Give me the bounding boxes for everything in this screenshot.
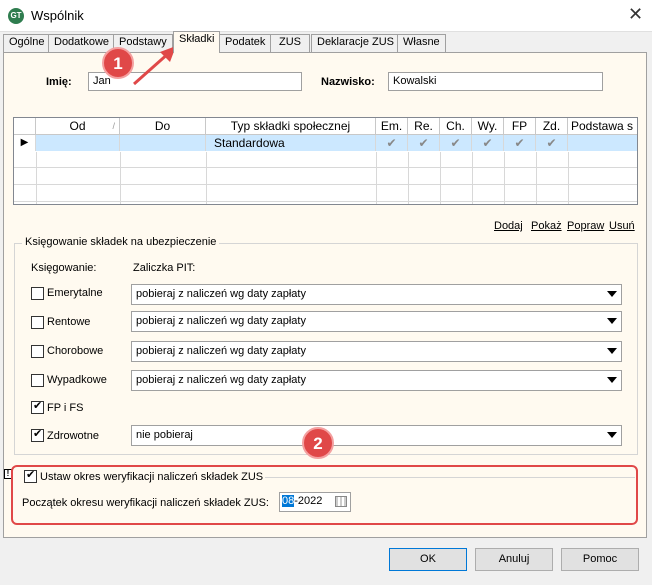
chevron-down-icon: [607, 318, 617, 324]
last-name-label: Nazwisko:: [321, 76, 375, 88]
grid-header-podstawa[interactable]: Podstawa s: [568, 118, 637, 135]
tab-deklaracje-zus[interactable]: Deklaracje ZUS: [311, 34, 401, 52]
cancel-button[interactable]: Anuluj: [475, 548, 553, 571]
rentowe-label: Rentowe: [47, 316, 91, 328]
wypadkowe-label: Wypadkowe: [47, 374, 107, 386]
chevron-down-icon: [607, 348, 617, 354]
close-icon[interactable]: ✕: [628, 4, 643, 25]
first-name-label: Imię:: [46, 76, 72, 88]
zdrowotne-checkbox[interactable]: [31, 427, 44, 442]
rentowe-pit-select[interactable]: pobieraj z naliczeń wg daty zapłaty: [131, 311, 622, 332]
rentowe-checkbox[interactable]: [31, 316, 44, 329]
rentowe-pit-value: pobieraj z naliczeń wg daty zapłaty: [136, 315, 306, 327]
section-divider: [265, 477, 635, 478]
grid-header-zd[interactable]: Zd.: [536, 118, 568, 135]
wypadkowe-checkbox[interactable]: [31, 374, 44, 387]
grid-header-od[interactable]: Od /: [36, 118, 120, 135]
date-year: -2022: [294, 495, 323, 507]
zdrowotne-label: Zdrowotne: [47, 430, 99, 442]
check-icon: ✔: [504, 135, 536, 151]
grid-header-fp[interactable]: FP: [504, 118, 536, 135]
edit-link[interactable]: Popraw: [567, 220, 604, 232]
help-button[interactable]: Pomoc: [561, 548, 639, 571]
verification-date-field[interactable]: 08-2022: [279, 492, 351, 512]
sort-indicator-icon: /: [112, 121, 115, 131]
chorobowe-pit-value: pobieraj z naliczeń wg daty zapłaty: [136, 345, 306, 357]
cell-do: [120, 135, 206, 151]
grid-header-od-label: Od: [69, 119, 86, 133]
row-marker-icon: ▶: [14, 135, 36, 151]
app-icon: GT: [8, 8, 24, 24]
emerytalne-checkbox[interactable]: [31, 287, 44, 300]
grid-lines: [36, 152, 569, 204]
last-name-field[interactable]: Kowalski: [388, 72, 603, 91]
check-icon: ✔: [440, 135, 472, 151]
chorobowe-label: Chorobowe: [47, 345, 104, 357]
tab-podatek[interactable]: Podatek: [219, 34, 272, 52]
fp-fs-label: FP i FS: [47, 402, 84, 414]
table-row[interactable]: ▶ Standardowa ✔ ✔ ✔ ✔ ✔ ✔: [14, 135, 637, 151]
grid-header-do[interactable]: Do: [120, 118, 206, 135]
cell-od: [36, 135, 120, 151]
emerytalne-pit-value: pobieraj z naliczeń wg daty zapłaty: [136, 288, 306, 300]
zdrowotne-pit-value: nie pobieraj: [136, 429, 193, 441]
verification-start-label: Początek okresu weryfikacji naliczeń skł…: [22, 497, 269, 509]
verification-checkbox[interactable]: [24, 468, 37, 483]
title-bar: GT Wspólnik ✕: [0, 0, 652, 32]
chevron-down-icon: [607, 291, 617, 297]
check-icon: ✔: [536, 135, 568, 151]
emerytalne-label: Emerytalne: [47, 287, 103, 299]
callout-badge-2: 2: [302, 427, 334, 459]
tab-ogolne[interactable]: Ogólne: [3, 34, 51, 52]
cell-podstawa: [568, 135, 637, 151]
delete-link[interactable]: Usuń: [609, 220, 635, 232]
grid-header-wy[interactable]: Wy.: [472, 118, 504, 135]
chorobowe-pit-select[interactable]: pobieraj z naliczeń wg daty zapłaty: [131, 341, 622, 362]
show-link[interactable]: Pokaż: [531, 220, 562, 232]
window-title: Wspólnik: [31, 8, 84, 23]
fp-fs-checkbox[interactable]: [31, 399, 44, 414]
grid-header-typ[interactable]: Typ składki społecznej: [206, 118, 376, 135]
add-link[interactable]: Dodaj: [494, 220, 523, 232]
grid-header-ch[interactable]: Ch.: [440, 118, 472, 135]
grid-header-marker: [14, 118, 36, 135]
grid-header-em[interactable]: Em.: [376, 118, 408, 135]
emerytalne-pit-select[interactable]: pobieraj z naliczeń wg daty zapłaty: [131, 284, 622, 305]
tab-zus[interactable]: ZUS: [270, 34, 310, 52]
tab-dodatkowe[interactable]: Dodatkowe: [48, 34, 116, 52]
accounting-col-label: Księgowanie:: [31, 262, 97, 274]
calendar-icon[interactable]: [335, 496, 347, 507]
chorobowe-checkbox[interactable]: [31, 345, 44, 358]
contribution-grid[interactable]: Od / Do Typ składki społecznej Em. Re. C…: [13, 117, 638, 205]
check-icon: ✔: [408, 135, 440, 151]
group-title: Księgowanie składek na ubezpieczenie: [22, 236, 220, 248]
wypadkowe-pit-value: pobieraj z naliczeń wg daty zapłaty: [136, 374, 306, 386]
tab-wlasne[interactable]: Własne: [397, 34, 446, 52]
check-icon: ✔: [472, 135, 504, 151]
chevron-down-icon: [607, 377, 617, 383]
ok-button[interactable]: OK: [389, 548, 467, 571]
zdrowotne-pit-select[interactable]: nie pobieraj: [131, 425, 622, 446]
pit-col-label: Zaliczka PIT:: [133, 262, 196, 274]
callout-badge-1: 1: [102, 47, 134, 79]
chevron-down-icon: [607, 432, 617, 438]
wypadkowe-pit-select[interactable]: pobieraj z naliczeń wg daty zapłaty: [131, 370, 622, 391]
check-icon: ✔: [376, 135, 408, 151]
tab-skladki[interactable]: Składki: [173, 31, 221, 53]
verification-checkbox-label: Ustaw okres weryfikacji naliczeń składek…: [40, 471, 264, 483]
grid-header-re[interactable]: Re.: [408, 118, 440, 135]
date-month-selected: 08: [282, 495, 295, 507]
cell-typ: Standardowa: [206, 135, 376, 151]
